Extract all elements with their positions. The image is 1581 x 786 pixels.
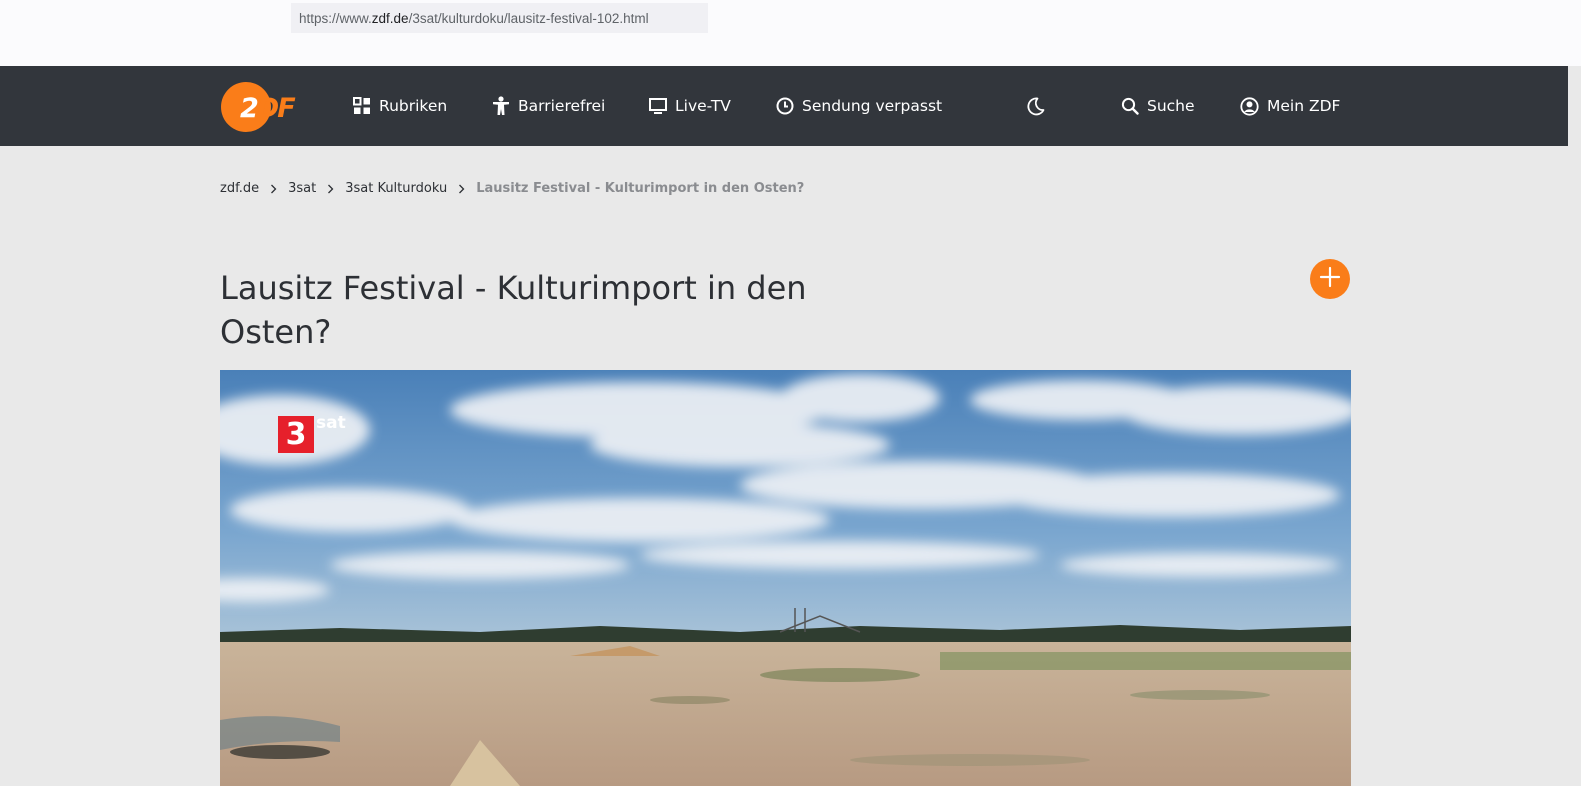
nav-label: Sendung verpasst bbox=[802, 97, 943, 115]
search-icon bbox=[1121, 97, 1139, 115]
page-title: Lausitz Festival - Kulturimport in den O… bbox=[220, 269, 807, 351]
nav-label: Rubriken bbox=[379, 97, 448, 115]
nav-barrierefrei[interactable]: Barrierefrei bbox=[492, 66, 605, 146]
search-button[interactable]: Suche bbox=[1121, 66, 1195, 146]
tv-icon bbox=[649, 97, 667, 115]
site-header: 2 2DF Rubriken Barrierefrei Live-TV Send… bbox=[0, 66, 1568, 146]
user-icon bbox=[1240, 96, 1259, 116]
nav-label: Barrierefrei bbox=[518, 97, 606, 115]
video-thumbnail bbox=[220, 370, 1351, 786]
url-path: /3sat/kulturdoku/lausitz-festival-102.ht… bbox=[408, 10, 649, 26]
nav-label: Live-TV bbox=[675, 97, 731, 115]
svg-text:2DF: 2DF bbox=[240, 93, 296, 124]
chevron-right-icon bbox=[458, 184, 465, 194]
grid-icon bbox=[353, 97, 371, 115]
url-prefix: https://www. bbox=[299, 10, 372, 26]
add-to-list-button[interactable] bbox=[1310, 259, 1350, 299]
browser-bar: https://www. zdf.de/3sat/kulturdoku/lausi… bbox=[0, 0, 1581, 66]
chevron-right-icon bbox=[327, 184, 334, 194]
clock-icon bbox=[776, 97, 794, 115]
zdf-logo[interactable]: 2 2DF bbox=[220, 82, 306, 132]
nav-sendung-verpasst[interactable]: Sendung verpasst bbox=[776, 66, 942, 146]
nav-live-tv[interactable]: Live-TV bbox=[649, 66, 731, 146]
breadcrumb-item-3sat[interactable]: 3sat bbox=[288, 181, 316, 196]
channel-logo-3sat: 3 sat bbox=[278, 413, 346, 453]
account-button[interactable]: Mein ZDF bbox=[1240, 66, 1340, 146]
breadcrumb-item-kulturdoku[interactable]: 3sat Kulturdoku bbox=[345, 181, 447, 196]
chevron-right-icon bbox=[270, 184, 277, 194]
accessibility-icon bbox=[492, 96, 510, 116]
breadcrumb-item-current: Lausitz Festival - Kulturimport in den O… bbox=[476, 181, 805, 196]
moon-icon bbox=[1026, 97, 1045, 116]
search-label: Suche bbox=[1147, 97, 1195, 115]
breadcrumb: zdf.de 3sat 3sat Kulturdoku Lausitz Fest… bbox=[220, 181, 804, 196]
plus-icon bbox=[1319, 266, 1341, 292]
breadcrumb-item-zdf[interactable]: zdf.de bbox=[220, 181, 259, 196]
zdf-logo-icon: 2 2DF bbox=[221, 82, 298, 132]
account-label: Mein ZDF bbox=[1267, 97, 1341, 115]
dark-mode-toggle[interactable] bbox=[1026, 66, 1045, 146]
video-player[interactable]: 3 sat bbox=[220, 370, 1351, 786]
channel-logo-text: sat bbox=[316, 413, 346, 433]
scrollbar[interactable] bbox=[1568, 66, 1581, 786]
nav-rubriken[interactable]: Rubriken bbox=[353, 66, 447, 146]
url-host: zdf.de bbox=[371, 10, 409, 26]
url-bar[interactable]: https://www. zdf.de/3sat/kulturdoku/lausi… bbox=[291, 3, 708, 33]
channel-logo-digit: 3 bbox=[278, 416, 314, 453]
